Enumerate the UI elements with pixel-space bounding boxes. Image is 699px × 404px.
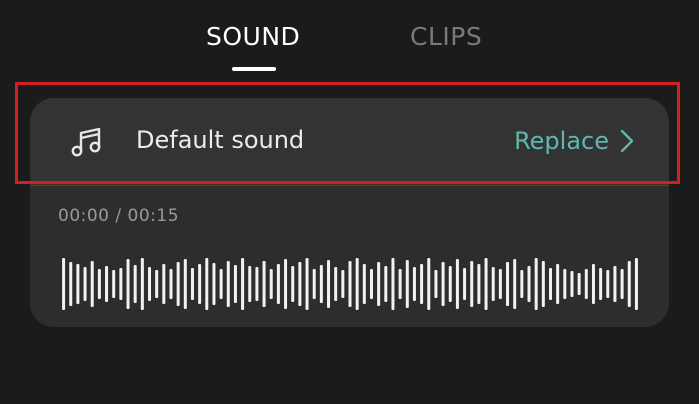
waveform-bar bbox=[477, 264, 481, 304]
waveform-bar bbox=[176, 262, 180, 306]
waveform-bar bbox=[212, 263, 216, 305]
waveform-bar bbox=[233, 265, 237, 303]
waveform-bar bbox=[183, 259, 187, 309]
waveform-bar bbox=[384, 266, 388, 302]
waveform-bar bbox=[434, 270, 438, 298]
replace-button[interactable]: Replace bbox=[514, 124, 635, 158]
waveform-bar bbox=[90, 261, 94, 307]
waveform-bar bbox=[291, 266, 295, 302]
waveform-bar bbox=[334, 267, 338, 301]
waveform-bar bbox=[513, 259, 517, 309]
waveform-bar bbox=[262, 261, 266, 307]
waveform-bar bbox=[369, 269, 373, 299]
waveform-bar bbox=[398, 269, 402, 299]
waveform-bar bbox=[298, 262, 302, 306]
waveform-bar bbox=[341, 270, 345, 298]
waveform-bar bbox=[355, 258, 359, 310]
playback-time: 00:00 / 00:15 bbox=[58, 206, 180, 226]
tab-bar: SOUND CLIPS bbox=[0, 22, 699, 74]
waveform-bar bbox=[305, 258, 309, 310]
waveform-bar bbox=[83, 267, 87, 301]
waveform-bar bbox=[627, 261, 631, 307]
waveform-bar bbox=[634, 258, 638, 310]
waveform-bar bbox=[448, 266, 452, 302]
waveform-bar bbox=[119, 268, 123, 300]
waveform-bar bbox=[520, 270, 524, 298]
waveform-bar bbox=[455, 259, 459, 309]
waveform-bar bbox=[606, 270, 610, 298]
waveform-bar bbox=[420, 264, 424, 304]
chevron-right-icon bbox=[620, 129, 634, 153]
waveform-bar bbox=[312, 269, 316, 299]
waveform-bar bbox=[599, 268, 603, 300]
waveform-bar bbox=[327, 260, 331, 308]
music-note-icon bbox=[71, 127, 101, 157]
waveform-bar bbox=[491, 267, 495, 301]
waveform-bar bbox=[140, 258, 144, 310]
waveform-bar bbox=[484, 258, 488, 310]
sound-panel: SOUND CLIPS Default sound Replace 00:00 … bbox=[0, 0, 699, 404]
waveform-bar bbox=[470, 261, 474, 307]
waveform-bar bbox=[534, 258, 538, 310]
waveform-bar bbox=[498, 269, 502, 299]
waveform-bar bbox=[412, 267, 416, 301]
waveform-bar bbox=[613, 266, 617, 302]
waveform-bar bbox=[190, 268, 194, 300]
audio-waveform[interactable] bbox=[60, 256, 640, 312]
waveform-bar bbox=[219, 269, 223, 299]
active-tab-indicator bbox=[232, 67, 276, 71]
waveform-bar bbox=[591, 264, 595, 304]
waveform-bar bbox=[427, 258, 431, 310]
waveform-bar bbox=[276, 264, 280, 304]
waveform-bar bbox=[148, 267, 152, 301]
waveform-bar bbox=[133, 265, 137, 303]
sound-card: Default sound Replace 00:00 / 00:15 bbox=[30, 98, 669, 327]
waveform-bar bbox=[284, 259, 288, 309]
sound-name: Default sound bbox=[136, 126, 305, 154]
waveform-bar bbox=[205, 258, 209, 310]
waveform-bar bbox=[577, 273, 581, 295]
waveform-bar bbox=[556, 264, 560, 304]
waveform-bar bbox=[226, 261, 230, 307]
waveform-bar bbox=[126, 259, 130, 309]
waveform-bar bbox=[62, 258, 66, 310]
waveform-bar bbox=[198, 264, 202, 304]
waveform-bar bbox=[97, 269, 101, 299]
waveform-bar bbox=[441, 262, 445, 306]
waveform-bar bbox=[269, 269, 273, 299]
waveform-bar bbox=[319, 265, 323, 303]
waveform-bar bbox=[405, 260, 409, 308]
waveform-bar bbox=[377, 262, 381, 306]
waveform-bar bbox=[527, 266, 531, 302]
waveform-bar bbox=[69, 262, 73, 306]
waveform-bar bbox=[348, 261, 352, 307]
waveform-bar bbox=[570, 271, 574, 297]
waveform-bar bbox=[112, 270, 116, 298]
tab-clips[interactable]: CLIPS bbox=[410, 22, 482, 51]
replace-label: Replace bbox=[514, 127, 609, 155]
waveform-bar bbox=[391, 258, 395, 310]
waveform-bar bbox=[548, 268, 552, 300]
waveform-bar bbox=[506, 262, 510, 306]
waveform-bar bbox=[620, 269, 624, 299]
waveform-bar bbox=[362, 264, 366, 304]
waveform-bar bbox=[76, 264, 80, 304]
waveform-bar bbox=[105, 266, 109, 302]
waveform-bar bbox=[563, 269, 567, 299]
waveform-bar bbox=[584, 269, 588, 299]
waveform-bar bbox=[255, 267, 259, 301]
current-sound-row[interactable]: Default sound Replace bbox=[30, 98, 669, 186]
waveform-bar bbox=[541, 261, 545, 307]
tab-sound[interactable]: SOUND bbox=[206, 22, 300, 51]
waveform-bar bbox=[169, 269, 173, 299]
waveform-bar bbox=[162, 264, 166, 304]
waveform-bar bbox=[248, 266, 252, 302]
waveform-bar bbox=[155, 270, 159, 298]
waveform-bar bbox=[463, 268, 467, 300]
waveform-bar bbox=[241, 258, 245, 310]
